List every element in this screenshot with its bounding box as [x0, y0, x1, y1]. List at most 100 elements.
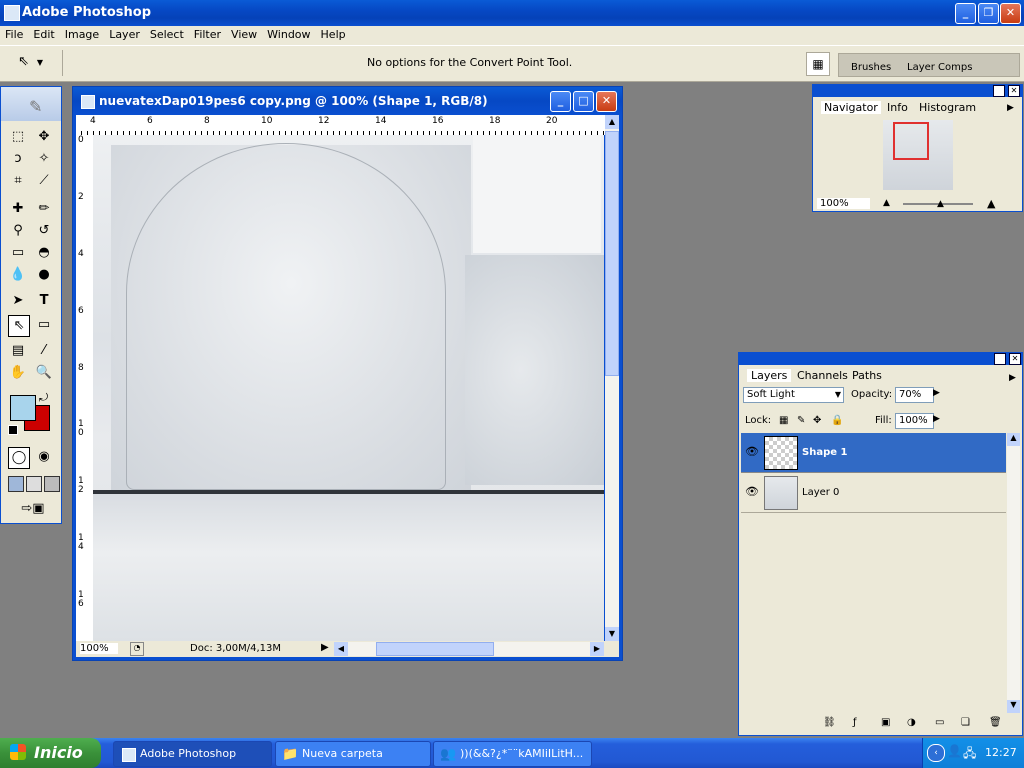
clone-stamp-icon[interactable]: ⚲: [8, 221, 28, 241]
start-button[interactable]: Inicio: [0, 738, 101, 768]
paint-bucket-icon[interactable]: ◓: [34, 243, 54, 263]
close-button[interactable]: ✕: [1000, 3, 1021, 24]
magic-wand-icon[interactable]: ✧: [34, 149, 54, 169]
horizontal-scroll-thumb[interactable]: [376, 642, 494, 656]
opacity-field[interactable]: 70%: [895, 387, 934, 403]
visibility-eye-icon[interactable]: 👁: [745, 485, 759, 498]
scroll-up-button[interactable]: ▲: [1007, 433, 1020, 446]
minimize-button[interactable]: _: [955, 3, 976, 24]
menu-select[interactable]: Select: [145, 26, 189, 41]
delete-layer-icon[interactable]: 🗑: [989, 717, 1002, 728]
restore-button[interactable]: ❐: [978, 3, 999, 24]
layer-row-layer-0[interactable]: 👁 Layer 0: [741, 473, 1006, 513]
zoom-level-field[interactable]: 100%: [80, 643, 118, 654]
lock-image-icon[interactable]: ✎: [797, 415, 805, 426]
eyedropper-tool-icon[interactable]: ⁄: [34, 341, 54, 361]
dodge-tool-icon[interactable]: ●: [34, 265, 54, 285]
zoom-in-icon[interactable]: ▲: [987, 197, 995, 210]
tab-layers[interactable]: Layers: [747, 369, 792, 382]
slice-tool-icon[interactable]: ⟋: [34, 171, 54, 191]
scroll-right-button[interactable]: ▶: [590, 642, 604, 656]
doc-minimize-button[interactable]: _: [550, 91, 571, 112]
zoom-tool-icon[interactable]: 🔍: [34, 363, 54, 383]
quick-mask-icon[interactable]: ◉: [34, 447, 54, 467]
taskbar-item-messenger[interactable]: 👥 ))(&&?¿*¨¨kAMIiILitH...: [433, 741, 592, 767]
zoom-out-icon[interactable]: ▲: [883, 198, 890, 208]
layer-mask-icon[interactable]: ▣: [881, 717, 890, 728]
default-colors-icon[interactable]: [8, 425, 18, 435]
panel-minimize-icon[interactable]: [993, 85, 1005, 97]
panel-minimize-icon[interactable]: [994, 353, 1006, 365]
status-menu-button[interactable]: ◔: [130, 642, 144, 656]
new-group-icon[interactable]: ▭: [935, 717, 944, 728]
marquee-tool-icon[interactable]: ⬚: [8, 127, 28, 147]
foreground-color-swatch[interactable]: [10, 395, 36, 421]
tab-channels[interactable]: Channels: [797, 369, 848, 382]
panel-menu-icon[interactable]: ▶: [1009, 373, 1016, 383]
navigator-thumbnail[interactable]: [883, 120, 953, 190]
history-brush-icon[interactable]: ↺: [34, 221, 54, 241]
screen-mode-full-menu-icon[interactable]: [26, 476, 42, 492]
navigator-zoom-slider[interactable]: ▲: [903, 199, 973, 209]
link-layers-icon[interactable]: ⛓: [823, 717, 836, 728]
eraser-tool-icon[interactable]: ▭: [8, 243, 28, 263]
menu-filter[interactable]: Filter: [189, 26, 226, 41]
status-arrow-icon[interactable]: ▶: [321, 642, 329, 653]
tab-navigator[interactable]: Navigator: [821, 101, 881, 114]
layers-scrollbar[interactable]: ▲ ▼: [1007, 433, 1020, 713]
tab-paths[interactable]: Paths: [852, 369, 882, 382]
doc-close-button[interactable]: ✕: [596, 91, 617, 112]
navigator-zoom-field[interactable]: 100%: [817, 198, 870, 209]
lock-all-icon[interactable]: 🔒: [831, 415, 843, 426]
blur-tool-icon[interactable]: 💧: [8, 265, 28, 285]
zoom-slider-handle[interactable]: ▲: [937, 199, 944, 209]
vertical-scrollbar[interactable]: ▲ ▼: [605, 115, 619, 641]
doc-maximize-button[interactable]: □: [573, 91, 594, 112]
file-browser-button[interactable]: ▦: [806, 52, 830, 76]
menu-file[interactable]: File: [0, 26, 28, 41]
notes-tool-icon[interactable]: ▤: [8, 341, 28, 361]
well-tab-layer-comps[interactable]: Layer Comps: [907, 62, 972, 73]
screen-mode-full-icon[interactable]: [44, 476, 60, 492]
jump-to-imageready-icon[interactable]: ⇨▣: [16, 499, 50, 519]
menu-layer[interactable]: Layer: [104, 26, 145, 41]
network-tray-icon[interactable]: 🖧: [963, 744, 976, 765]
visibility-eye-icon[interactable]: 👁: [745, 445, 759, 458]
menu-edit[interactable]: Edit: [28, 26, 59, 41]
healing-brush-icon[interactable]: ✚: [8, 199, 28, 219]
adjustment-layer-icon[interactable]: ◑: [907, 717, 916, 728]
messenger-tray-icon[interactable]: 👤: [947, 744, 962, 758]
navigator-view-box[interactable]: [893, 122, 929, 160]
screen-mode-standard-icon[interactable]: [8, 476, 24, 492]
lasso-tool-icon[interactable]: ↄ: [8, 149, 28, 169]
panel-menu-icon[interactable]: ▶: [1007, 103, 1014, 113]
vertical-scroll-thumb[interactable]: [605, 131, 619, 376]
fill-slider-arrow[interactable]: ▶: [933, 414, 940, 424]
lock-position-icon[interactable]: ✥: [813, 415, 821, 426]
move-tool-icon[interactable]: ✥: [34, 127, 54, 147]
swap-colors-icon[interactable]: ⤾: [39, 391, 48, 405]
fill-field[interactable]: 100%: [895, 413, 934, 429]
tool-preset-picker[interactable]: ⇖ ▼: [18, 54, 54, 72]
layer-row-shape-1[interactable]: 👁 Shape 1: [741, 433, 1006, 473]
menu-help[interactable]: Help: [316, 26, 351, 41]
tray-expand-icon[interactable]: ‹: [927, 744, 945, 762]
lock-transparency-icon[interactable]: ▦: [779, 415, 788, 426]
taskbar-item-nueva-carpeta[interactable]: 📁 Nueva carpeta: [275, 741, 431, 767]
crop-tool-icon[interactable]: ⌗: [8, 171, 28, 191]
layer-style-icon[interactable]: ƒ: [853, 717, 857, 728]
menu-image[interactable]: Image: [60, 26, 104, 41]
menu-view[interactable]: View: [226, 26, 262, 41]
menu-window[interactable]: Window: [262, 26, 315, 41]
well-tab-brushes[interactable]: Brushes: [851, 62, 891, 73]
tab-histogram[interactable]: Histogram: [919, 101, 976, 114]
taskbar-item-photoshop[interactable]: Adobe Photoshop: [113, 741, 272, 767]
standard-mode-icon[interactable]: ◯: [8, 447, 30, 469]
scroll-up-button[interactable]: ▲: [605, 115, 619, 129]
new-layer-icon[interactable]: ❏: [961, 717, 970, 728]
scroll-down-button[interactable]: ▼: [1007, 700, 1020, 713]
scroll-left-button[interactable]: ◀: [334, 642, 348, 656]
path-selection-icon[interactable]: ➤: [8, 291, 28, 311]
image-canvas[interactable]: [93, 135, 604, 641]
type-tool-icon[interactable]: T: [34, 291, 54, 311]
